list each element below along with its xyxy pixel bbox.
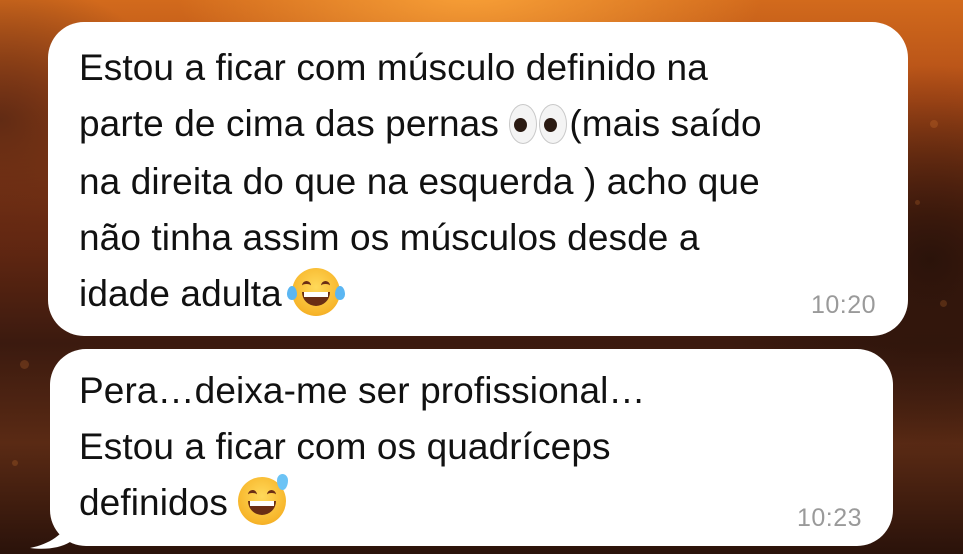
message-bubble[interactable]: Estou a ficar com músculo definido na pa… xyxy=(48,22,908,336)
message-text-line: Estou a ficar com os quadríceps xyxy=(79,426,611,467)
message-text-fragment: parte de cima das pernas xyxy=(79,103,499,144)
message-text-line: Estou a ficar com músculo definido na xyxy=(79,47,708,88)
grinning-sweat-emoji-icon xyxy=(238,474,289,525)
message-text-line: na direita do que na esquerda ) acho que xyxy=(79,161,760,203)
message-text-line: não tinha assim os músculos desde a xyxy=(79,217,700,259)
eyes-emoji-icon xyxy=(509,98,569,154)
message-text-fragment: idade adulta xyxy=(79,273,282,315)
message-text-line: idade adulta xyxy=(79,266,878,322)
message-text-line: Pera…deixa-me ser profissional… xyxy=(79,370,646,411)
message-text-fragment: definidos xyxy=(79,482,229,523)
message-text-line: definidos xyxy=(79,474,863,531)
message-timestamp: 10:20 xyxy=(810,291,876,319)
message-timestamp: 10:23 xyxy=(796,504,862,532)
message-text-line: parte de cima das pernas (mais saído xyxy=(79,96,878,154)
message-bubble[interactable]: Pera…deixa-me ser profissional… Estou a … xyxy=(50,349,893,546)
tears-of-joy-emoji-icon xyxy=(287,268,346,317)
message-text-fragment: (mais saído xyxy=(569,103,762,144)
